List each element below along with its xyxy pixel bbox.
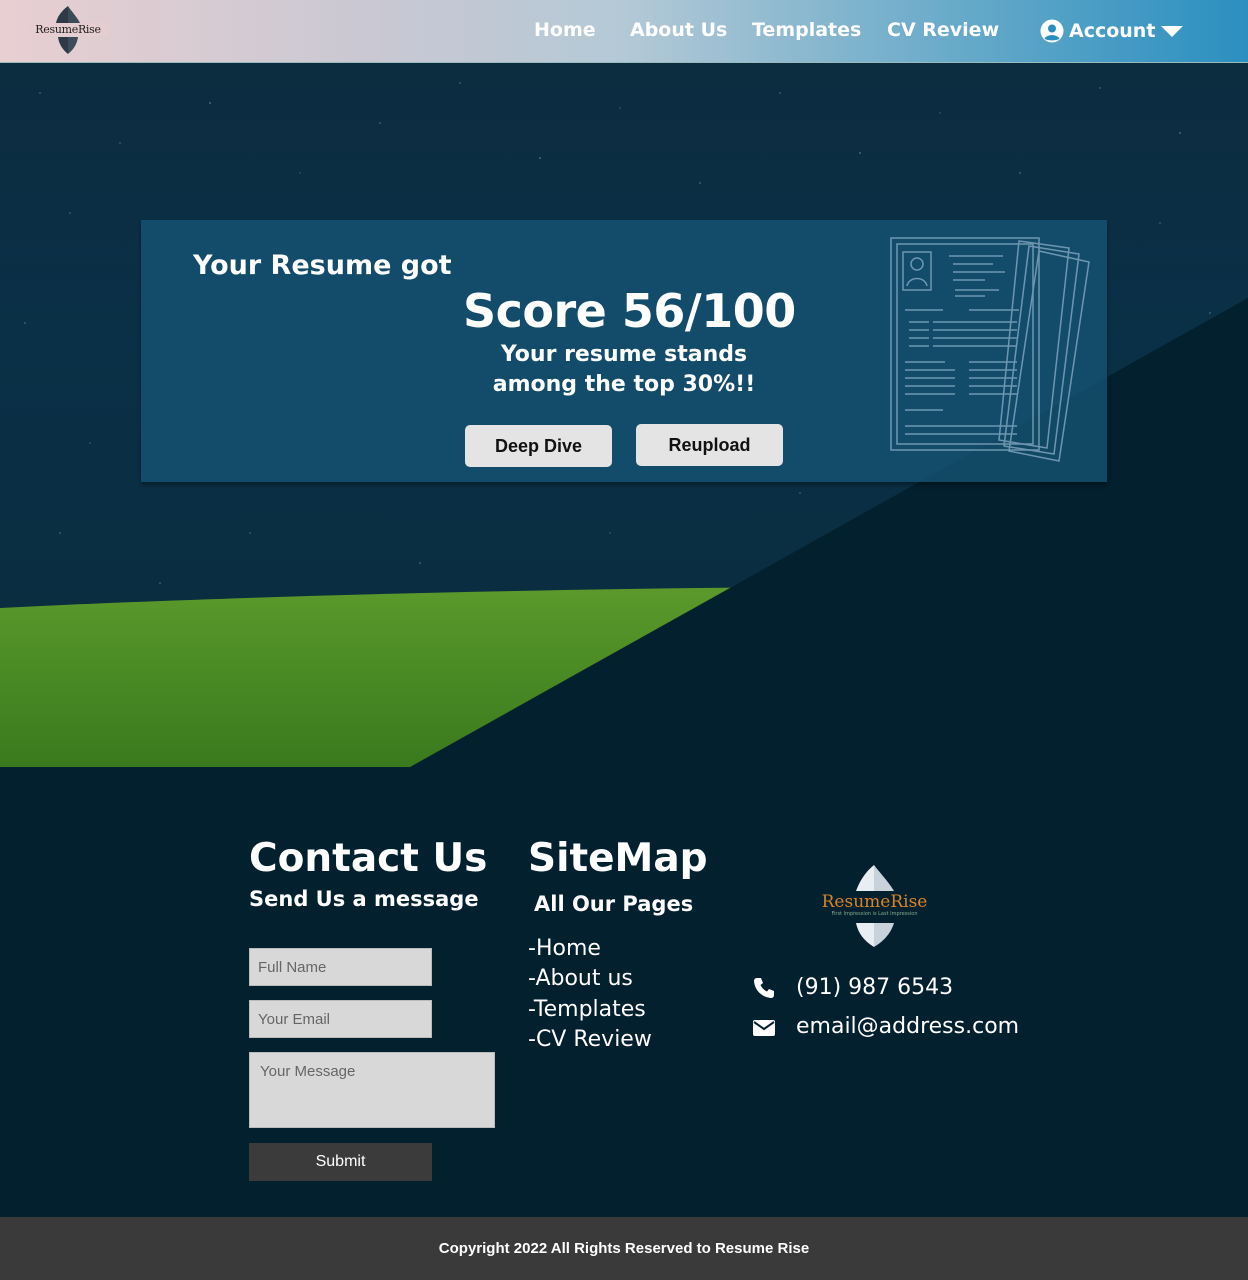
hero-section: Your Resume got Score 56/100 Your resume…: [0, 63, 1248, 767]
nav-home[interactable]: Home: [534, 19, 596, 41]
resume-document-icon: [890, 237, 1090, 462]
sitemap-heading: SiteMap: [528, 836, 708, 881]
account-label: Account: [1069, 20, 1156, 42]
score-result-card: Your Resume got Score 56/100 Your resume…: [141, 220, 1107, 482]
deep-dive-button[interactable]: Deep Dive: [465, 425, 612, 467]
sitemap-link-about-us[interactable]: -About us: [528, 966, 633, 991]
reupload-button[interactable]: Reupload: [636, 424, 783, 466]
footer-brand-name: ResumeRise: [812, 892, 937, 912]
phone-row: (91) 987 6543: [752, 975, 953, 1000]
phone-icon: [754, 978, 774, 998]
sitemap-link-cv-review[interactable]: -CV Review: [528, 1027, 652, 1052]
email-input[interactable]: [249, 1000, 432, 1038]
footer-brand-tagline: First Impression is Last Impression: [831, 911, 918, 917]
copyright-text: Copyright 2022 All Rights Reserved to Re…: [438, 1240, 810, 1257]
top-nav: ResumeRise Home About Us Templates CV Re…: [0, 0, 1248, 63]
phone-number[interactable]: (91) 987 6543: [796, 975, 953, 1000]
standing-text: Your resume stands among the top 30%!!: [492, 342, 756, 397]
full-name-input[interactable]: [249, 948, 432, 986]
copyright-bar: Copyright 2022 All Rights Reserved to Re…: [0, 1217, 1248, 1280]
sitemap-subtitle: All Our Pages: [534, 892, 694, 916]
envelope-icon: [753, 1020, 775, 1036]
submit-button[interactable]: Submit: [249, 1143, 432, 1181]
caret-down-icon: [1161, 26, 1184, 37]
account-menu[interactable]: Account: [1040, 19, 1184, 43]
user-circle-icon: [1040, 19, 1064, 43]
email-row: email@address.com: [752, 1014, 1019, 1039]
footer-brand-logo: ResumeRise First Impression is Last Impr…: [812, 863, 937, 949]
nav-templates[interactable]: Templates: [752, 19, 861, 41]
message-textarea[interactable]: [249, 1052, 495, 1128]
nav-about-us[interactable]: About Us: [630, 19, 727, 41]
brand-name: ResumeRise: [28, 23, 108, 36]
score-heading: Score 56/100: [463, 284, 796, 338]
sitemap-link-home[interactable]: -Home: [528, 936, 601, 961]
nav-cv-review[interactable]: CV Review: [887, 19, 999, 41]
email-address[interactable]: email@address.com: [796, 1014, 1019, 1039]
sitemap-link-templates[interactable]: -Templates: [528, 997, 646, 1022]
brand-logo[interactable]: ResumeRise: [28, 4, 108, 56]
contact-us-subtitle: Send Us a message: [249, 887, 479, 911]
result-lead-text: Your Resume got: [193, 250, 452, 281]
contact-us-heading: Contact Us: [249, 836, 488, 881]
